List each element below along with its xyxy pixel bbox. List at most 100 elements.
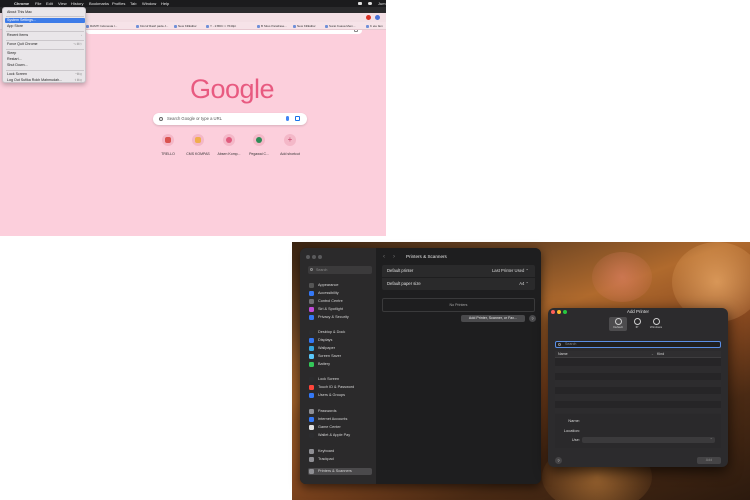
pegawai-icon — [256, 137, 262, 143]
window-close-button[interactable] — [306, 255, 310, 259]
tab-ip[interactable]: IP — [628, 317, 646, 331]
menubar-history[interactable]: History — [71, 0, 83, 7]
sidebar-item-label: Wallpaper — [318, 346, 335, 350]
bookmark-item[interactable]: K ete fam — [366, 22, 383, 30]
shortcut-pegawai[interactable]: Pegawai C... — [244, 134, 274, 158]
page-title: Printers & Scanners — [406, 254, 447, 259]
bookmark-item[interactable]: Surat Kuasa Mem... — [325, 22, 356, 30]
menubar-view[interactable]: View — [58, 0, 67, 7]
sidebar-item-label: Accessibility — [318, 291, 339, 295]
sidebar-item-trackpad[interactable]: Trackpad — [308, 456, 372, 463]
menu-sleep[interactable]: Sleep — [5, 51, 85, 56]
menu-system-settings[interactable]: System Settings... — [5, 18, 85, 23]
bookmark-item[interactable]: New KillEditor — [293, 22, 316, 30]
bookmark-item[interactable]: Klozuf Rasif pada J... — [136, 22, 168, 30]
shortcut-add[interactable]: + Add shortcut — [275, 134, 305, 158]
extension-icon[interactable] — [366, 15, 371, 20]
menu-shut-down[interactable]: Shut Down... — [5, 63, 85, 68]
sidebar-item-screen-saver[interactable]: Screen Saver — [308, 353, 372, 360]
tab-windows[interactable]: Windows — [647, 317, 665, 331]
microphone-icon[interactable] — [286, 116, 289, 121]
bookmark-item[interactable]: B Situs Parafrase... — [257, 22, 287, 30]
menubar-bookmarks[interactable]: Bookmarks — [89, 0, 109, 7]
settings-sidebar: Search Appearance Accessibility Control Ce… — [300, 248, 376, 484]
chevron-updown-icon: ⌃ — [709, 437, 713, 442]
column-header-name[interactable]: Name — [558, 351, 568, 358]
bookmark-item[interactable]: RAMTI Indonesia I... — [86, 22, 117, 30]
sidebar-search-input[interactable]: Search — [308, 266, 372, 274]
paper-size-select[interactable]: A4 ⌃ — [519, 278, 529, 290]
name-field[interactable] — [582, 419, 715, 424]
menu-about-this-mac[interactable]: About This Mac — [5, 10, 85, 15]
sidebar-item-users-groups[interactable]: Users & Groups — [308, 392, 372, 399]
sidebar-item-passwords[interactable]: Passwords — [308, 408, 372, 415]
sidebar-item-label: Wallet & Apple Pay — [318, 433, 351, 437]
menu-separator — [6, 40, 84, 41]
sidebar-item-accessibility[interactable]: Accessibility — [308, 290, 372, 297]
column-header-kind[interactable]: Kind — [657, 351, 664, 358]
menubar-window[interactable]: Window — [142, 0, 156, 7]
shortcut-absen[interactable]: Absen Komp... — [214, 134, 244, 158]
printer-list-table[interactable]: Name ⌄ Kind — [555, 351, 721, 413]
menu-label: Force Quit Chrome — [7, 42, 38, 46]
window-minimize-button[interactable] — [312, 255, 316, 259]
battery-icon[interactable] — [358, 2, 362, 5]
sidebar-item-lock-screen[interactable]: Lock Screen — [308, 376, 372, 383]
sidebar-item-wallpaper[interactable]: Wallpaper — [308, 345, 372, 352]
dialog-title: Add Printer — [627, 309, 649, 314]
tab-default[interactable]: Default — [609, 317, 627, 331]
back-chevron-icon[interactable]: ‹ — [383, 253, 385, 261]
default-printer-select[interactable]: Last Printer Used ⌃ — [492, 265, 529, 277]
menubar-clock[interactable]: Jum — [378, 0, 386, 7]
default-paper-size-row[interactable]: Default paper size A4 ⌃ — [382, 278, 535, 290]
sidebar-item-desktop-dock[interactable]: Desktop & Dock — [308, 329, 372, 336]
google-lens-icon[interactable] — [295, 116, 300, 121]
sidebar-item-control-centre[interactable]: Control Centre — [308, 298, 372, 305]
kompas-icon — [195, 137, 201, 143]
sidebar-item-keyboard[interactable]: Keyboard — [308, 448, 372, 455]
sidebar-item-icon — [309, 457, 314, 462]
sidebar-item-siri-spotlight[interactable]: Siri & Spotlight — [308, 306, 372, 313]
forward-chevron-icon[interactable]: › — [393, 253, 395, 261]
sidebar-item-displays[interactable]: Displays — [308, 337, 372, 344]
menubar-edit[interactable]: Edit — [46, 0, 53, 7]
google-search-box[interactable]: Search Google or type a URL — [153, 113, 307, 125]
default-printer-row[interactable]: Default printer Last Printer Used ⌃ — [382, 265, 535, 277]
shortcut-cms-kompas[interactable]: CMS KOMPAS — [183, 134, 213, 158]
menubar-app-name[interactable]: Chrome — [14, 0, 29, 7]
location-field[interactable] — [582, 429, 715, 434]
sidebar-item-battery[interactable]: Battery — [308, 361, 372, 368]
menu-label: Restart... — [7, 57, 22, 61]
menu-lock-screen[interactable]: Lock Screen ^⌘Q — [5, 72, 85, 77]
menu-log-out[interactable]: Log Out Sufika Rokh Mahmudah... ⇧⌘Q — [5, 78, 85, 83]
sidebar-item-touch-id-password[interactable]: Touch ID & Password — [308, 384, 372, 391]
sidebar-item-game-center[interactable]: Game Center — [308, 424, 372, 431]
menubar-file[interactable]: File — [35, 0, 41, 7]
sidebar-item-appearance[interactable]: Appearance — [308, 282, 372, 289]
dialog-help-button[interactable]: ? — [555, 457, 562, 464]
menubar-tab[interactable]: Tab — [130, 0, 136, 7]
help-button[interactable]: ? — [529, 315, 536, 322]
menu-force-quit[interactable]: Force Quit Chrome ⌥⌘⎋ — [5, 42, 85, 47]
menu-recent-items[interactable]: Recent Items › — [5, 33, 85, 38]
sidebar-item-label: Control Centre — [318, 299, 343, 303]
control-center-icon[interactable] — [368, 2, 372, 5]
row-label: Default paper size — [387, 281, 421, 286]
menubar-profiles[interactable]: Profiles — [112, 0, 125, 7]
bookmark-item[interactable]: New KillEditor — [174, 22, 197, 30]
sidebar-item-privacy-security[interactable]: Privacy & Security — [308, 314, 372, 321]
sidebar-item-wallet-apple-pay[interactable]: Wallet & Apple Pay — [308, 432, 372, 439]
shortcut-trello[interactable]: TRELLO — [153, 134, 183, 158]
sidebar-item-internet-accounts[interactable]: Internet Accounts — [308, 416, 372, 423]
menubar-help[interactable]: Help — [161, 0, 169, 7]
window-zoom-button[interactable] — [318, 255, 322, 259]
add-printer-button[interactable]: Add Printer, Scanner, or Fax... — [461, 315, 525, 322]
menu-restart[interactable]: Restart... — [5, 57, 85, 62]
sidebar-item-printers-scanners[interactable]: Printers & Scanners — [308, 468, 372, 475]
bookmark-item[interactable]: Y - 2:BDC × 7640pt — [206, 22, 236, 30]
use-driver-select[interactable]: ⌃ — [582, 437, 715, 443]
profile-avatar[interactable] — [375, 15, 380, 20]
menu-app-store[interactable]: App Store — [5, 24, 85, 29]
add-button[interactable]: Add — [697, 457, 721, 464]
printer-search-input[interactable]: Search — [555, 341, 721, 348]
